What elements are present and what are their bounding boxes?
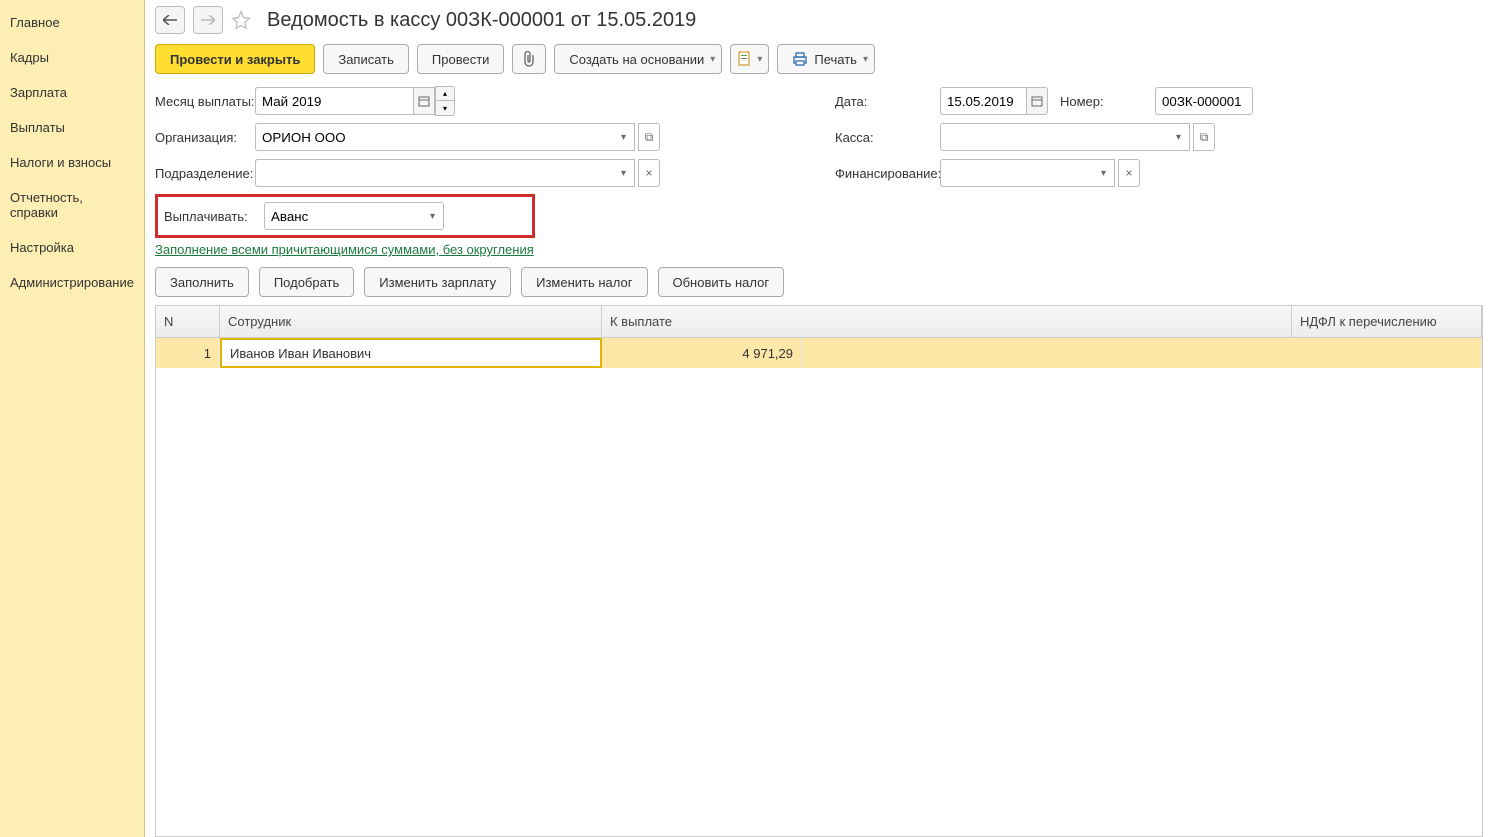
fin-clear-button[interactable]: × [1118,159,1140,187]
cell-rest [802,338,1482,368]
sidebar-item-payments[interactable]: Выплаты [0,110,144,145]
change-tax-button[interactable]: Изменить налог [521,267,647,297]
attach-button[interactable] [512,44,546,74]
paperclip-icon [522,51,536,67]
chevron-down-icon: ▾ [757,54,762,65]
dept-label: Подразделение: [155,166,255,181]
update-tax-button[interactable]: Обновить налог [658,267,785,297]
month-down-button[interactable]: ▾ [436,101,454,115]
nav-forward-button[interactable] [193,6,223,34]
chevron-down-icon: ▾ [863,54,868,65]
sidebar-item-settings[interactable]: Настройка [0,230,144,265]
table-row[interactable]: 1 Иванов Иван Иванович 4 971,29 [156,338,1482,368]
printer-icon [792,52,808,66]
dept-input[interactable] [255,159,613,187]
header-row: Ведомость в кассу 00ЗК-000001 от 15.05.2… [155,6,1483,34]
highlighted-pay-field: Выплачивать: ▾ [155,194,535,238]
table-toolbar: Заполнить Подобрать Изменить зарплату Из… [155,267,1483,297]
col-employee[interactable]: Сотрудник [220,306,602,337]
arrow-right-icon [201,15,215,25]
table-body: 1 Иванов Иван Иванович 4 971,29 [156,338,1482,836]
date-calendar-button[interactable] [1026,87,1048,115]
dept-dropdown-button[interactable]: ▾ [613,159,635,187]
col-pay[interactable]: К выплате [602,306,1292,337]
document-icon [737,51,751,67]
org-dropdown-button[interactable]: ▾ [613,123,635,151]
post-and-close-button[interactable]: Провести и закрыть [155,44,315,74]
main-toolbar: Провести и закрыть Записать Провести Соз… [155,44,1483,74]
sidebar-item-reports[interactable]: Отчетность, справки [0,180,144,230]
print-label: Печать [814,52,857,67]
write-button[interactable]: Записать [323,44,409,74]
pay-label: Выплачивать: [164,209,264,224]
fill-amounts-link[interactable]: Заполнение всеми причитающимися суммами,… [155,242,1483,257]
month-up-button[interactable]: ▴ [436,87,454,101]
org-input[interactable] [255,123,613,151]
num-input[interactable] [1155,87,1253,115]
sidebar-item-salary[interactable]: Зарплата [0,75,144,110]
main-area: Ведомость в кассу 00ЗК-000001 от 15.05.2… [145,0,1491,837]
cell-n: 1 [156,338,220,368]
sidebar-item-admin[interactable]: Администрирование [0,265,144,300]
date-input[interactable] [940,87,1026,115]
org-label: Организация: [155,130,255,145]
month-input[interactable] [255,87,413,115]
form-area: Месяц выплаты: ▴ ▾ Организация: ▾ [155,86,1483,238]
date-label: Дата: [835,94,940,109]
pay-input[interactable] [264,202,422,230]
cash-open-button[interactable]: ⧉ [1193,123,1215,151]
calendar-icon [1031,95,1043,107]
post-button[interactable]: Провести [417,44,505,74]
sidebar: Главное Кадры Зарплата Выплаты Налоги и … [0,0,145,837]
table-header: N Сотрудник К выплате НДФЛ к перечислени… [156,306,1482,338]
favorite-star-icon[interactable] [231,10,251,30]
cell-pay: 4 971,29 [602,338,802,368]
chevron-down-icon: ▾ [710,54,715,65]
employee-table: N Сотрудник К выплате НДФЛ к перечислени… [155,305,1483,837]
month-label: Месяц выплаты: [155,94,255,109]
sidebar-item-main[interactable]: Главное [0,5,144,40]
cash-label: Касса: [835,130,940,145]
create-based-on-label: Создать на основании [569,52,704,67]
page-title: Ведомость в кассу 00ЗК-000001 от 15.05.2… [267,9,696,32]
cash-input[interactable] [940,123,1168,151]
create-based-on-button[interactable]: Создать на основании ▾ [554,44,722,74]
nav-back-button[interactable] [155,6,185,34]
org-open-button[interactable]: ⧉ [638,123,660,151]
num-label: Номер: [1060,94,1155,109]
document-action-button[interactable]: ▾ [730,44,769,74]
col-n[interactable]: N [156,306,220,337]
arrow-left-icon [163,15,177,25]
fin-dropdown-button[interactable]: ▾ [1093,159,1115,187]
fill-button[interactable]: Заполнить [155,267,249,297]
calendar-icon [418,95,430,107]
calendar-button[interactable] [413,87,435,115]
change-salary-button[interactable]: Изменить зарплату [364,267,511,297]
sidebar-item-hr[interactable]: Кадры [0,40,144,75]
fin-input[interactable] [940,159,1093,187]
sidebar-item-taxes[interactable]: Налоги и взносы [0,145,144,180]
col-ndfl[interactable]: НДФЛ к перечислению [1292,306,1482,337]
print-button[interactable]: Печать ▾ [777,44,875,74]
pick-button[interactable]: Подобрать [259,267,354,297]
cell-employee[interactable]: Иванов Иван Иванович [220,338,602,368]
fin-label: Финансирование: [835,166,940,181]
cash-dropdown-button[interactable]: ▾ [1168,123,1190,151]
pay-dropdown-button[interactable]: ▾ [422,202,444,230]
dept-clear-button[interactable]: × [638,159,660,187]
